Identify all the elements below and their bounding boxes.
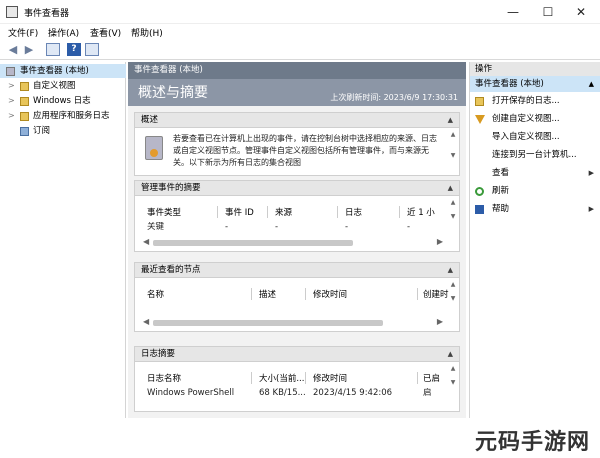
tree-item-local[interactable]: 事件查看器 (本地) (0, 64, 126, 78)
filter-icon (475, 115, 485, 124)
event-viewer-icon (6, 67, 15, 76)
col-log[interactable]: 日志 (345, 206, 362, 220)
tree-item-windows-logs[interactable]: > Windows 日志 (0, 94, 126, 108)
overview-section: 概述 ▲ 若要查看已在计算机上出现的事件，请在控制台树中选择相应的来源、日志或自… (134, 112, 460, 176)
banner-title: 概述与摘要 (138, 85, 208, 101)
col-size[interactable]: 大小(当前... (259, 372, 304, 386)
col-enabled[interactable]: 已启 (423, 372, 440, 386)
col-event-type[interactable]: 事件类型 (147, 206, 181, 220)
forward-arrow-icon[interactable]: ▶ (22, 43, 36, 56)
recent-nodes-columns: 名称 描述 修改时间 创建时 (143, 288, 449, 302)
last-refresh-time: 上次刷新时间: 2023/6/9 17:30:31 (330, 93, 458, 102)
collapse-icon[interactable]: ▲ (448, 263, 453, 278)
folder-icon (20, 82, 29, 91)
action-help[interactable]: 帮助 ▶ (470, 200, 600, 218)
actions-pane: 操作 事件查看器 (本地) ▲ 打开保存的日志... 创建自定义视图... 导入… (469, 62, 600, 418)
collapse-icon[interactable]: ▲ (448, 113, 453, 128)
watermark-text: 元码手游网 (474, 430, 590, 455)
col-source[interactable]: 来源 (275, 206, 292, 220)
chevron-right-icon[interactable]: > (8, 109, 15, 123)
tree-item-app-service-logs[interactable]: > 应用程序和服务日志 (0, 109, 126, 123)
log-summary-header[interactable]: 日志摘要 ▲ (135, 347, 459, 362)
action-import-custom-view[interactable]: 导入自定义视图... (470, 128, 600, 146)
title-bar: 事件查看器 — ☐ ✕ (0, 0, 600, 24)
col-last-hour[interactable]: 近 1 小 (407, 206, 435, 220)
admin-events-header[interactable]: 管理事件的摘要 ▲ (135, 181, 459, 196)
action-open-saved-log[interactable]: 打开保存的日志... (470, 92, 600, 110)
actions-header: 操作 (470, 62, 600, 76)
overview-scrollbar[interactable]: ▲ ▼ (449, 131, 457, 172)
minimize-button[interactable]: — (500, 3, 526, 21)
menu-view[interactable]: 查看(V) (90, 26, 121, 39)
toolbar: ◀ ▶ ? (0, 40, 600, 60)
menu-bar: 文件(F) 操作(A) 查看(V) 帮助(H) (0, 24, 600, 40)
event-viewer-app-icon (6, 6, 18, 18)
admin-events-scrollbar[interactable]: ▲ ▼ (449, 199, 457, 248)
table-row[interactable]: 关键 - - - - (143, 222, 433, 232)
col-log-name[interactable]: 日志名称 (147, 372, 181, 386)
show-tree-icon[interactable] (46, 43, 60, 56)
close-button[interactable]: ✕ (568, 3, 594, 21)
admin-events-hscrollbar[interactable]: ◀ ▶ (143, 237, 443, 247)
folder-icon (20, 97, 29, 106)
menu-file[interactable]: 文件(F) (8, 26, 38, 39)
col-name[interactable]: 名称 (147, 288, 164, 302)
recent-nodes-section: 最近查看的节点 ▲ 名称 描述 修改时间 创建时 ▲ ▼ ◀ ▶ (134, 262, 460, 332)
menu-action[interactable]: 操作(A) (48, 26, 79, 39)
col-created[interactable]: 创建时 (423, 288, 449, 302)
console-tree: 事件查看器 (本地) > 自定义视图 > Windows 日志 > 应用程序和服… (0, 62, 126, 418)
subscription-icon (20, 127, 29, 136)
action-refresh[interactable]: 刷新 (470, 182, 600, 200)
col-event-id[interactable]: 事件 ID (225, 206, 254, 220)
center-pane: 事件查看器 (本地) 概述与摘要 上次刷新时间: 2023/6/9 17:30:… (128, 62, 466, 418)
menu-help[interactable]: 帮助(H) (131, 26, 163, 39)
admin-events-columns: 事件类型 事件 ID 来源 日志 近 1 小 (143, 206, 435, 220)
chevron-right-icon[interactable]: > (8, 79, 15, 93)
col-description[interactable]: 描述 (259, 288, 276, 302)
log-summary-scrollbar[interactable]: ▲ ▼ (449, 365, 457, 408)
action-connect-computer[interactable]: 连接到另一台计算机... (470, 146, 600, 164)
col-modified[interactable]: 修改时间 (313, 288, 347, 302)
submenu-arrow-icon: ▶ (588, 169, 594, 177)
submenu-arrow-icon: ▶ (588, 205, 594, 213)
maximize-button[interactable]: ☐ (535, 3, 561, 21)
tree-item-subscriptions[interactable]: 订阅 (0, 124, 126, 138)
actions-subheader[interactable]: 事件查看器 (本地) ▲ (470, 76, 600, 92)
action-create-custom-view[interactable]: 创建自定义视图... (470, 110, 600, 128)
help-icon[interactable]: ? (67, 43, 81, 56)
collapse-icon[interactable]: ▲ (448, 181, 453, 196)
collapse-icon[interactable]: ▲ (448, 347, 453, 362)
folder-icon (20, 112, 29, 121)
tree-item-custom-views[interactable]: > 自定义视图 (0, 79, 126, 93)
action-view[interactable]: 查看 ▶ (470, 164, 600, 182)
overview-text: 若要查看已在计算机上出现的事件，请在控制台树中选择相应的来源、日志或自定义视图节… (173, 134, 437, 167)
help-icon (475, 205, 484, 214)
table-row[interactable]: Windows PowerShell 68 KB/15... 2023/4/15… (143, 388, 433, 398)
collapse-icon[interactable]: ▲ (589, 76, 594, 92)
admin-events-section: 管理事件的摘要 ▲ 事件类型 事件 ID 来源 日志 近 1 小 关键 - - … (134, 180, 460, 252)
summary-banner: 概述与摘要 上次刷新时间: 2023/6/9 17:30:31 (128, 79, 466, 106)
center-header: 事件查看器 (本地) (128, 62, 466, 79)
chevron-right-icon[interactable]: > (8, 94, 15, 108)
log-summary-columns: 日志名称 大小(当前... 修改时间 已启 (143, 372, 440, 386)
show-actions-icon[interactable] (85, 43, 99, 56)
recent-nodes-hscrollbar[interactable]: ◀ ▶ (143, 317, 443, 327)
recent-nodes-scrollbar[interactable]: ▲ ▼ (449, 281, 457, 328)
col-log-modified[interactable]: 修改时间 (313, 372, 347, 386)
window-title: 事件查看器 (24, 9, 70, 19)
open-log-icon (475, 97, 484, 106)
back-arrow-icon[interactable]: ◀ (6, 43, 20, 56)
event-log-icon (145, 136, 163, 160)
refresh-icon (475, 187, 484, 196)
log-summary-section: 日志摘要 ▲ 日志名称 大小(当前... 修改时间 已启 Windows Pow… (134, 346, 460, 412)
recent-nodes-header[interactable]: 最近查看的节点 ▲ (135, 263, 459, 278)
overview-header[interactable]: 概述 ▲ (135, 113, 459, 128)
